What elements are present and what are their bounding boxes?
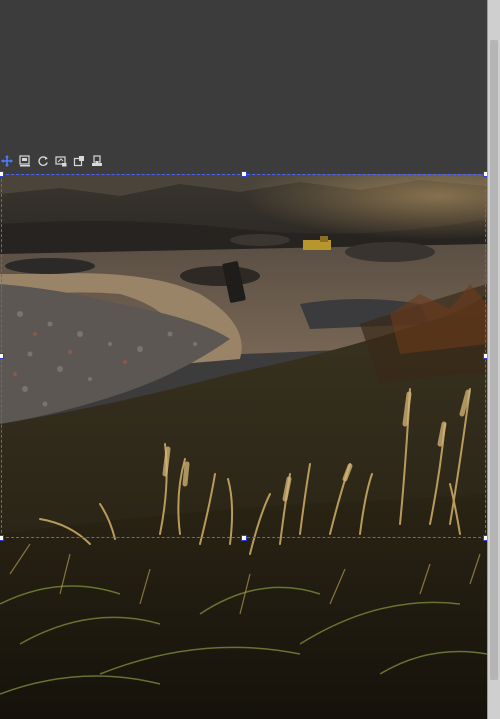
fit-image-icon[interactable] <box>18 154 32 168</box>
resize-handle-bottom-left[interactable] <box>0 535 4 541</box>
rotate-icon[interactable] <box>36 154 50 168</box>
resize-handle-top[interactable] <box>241 171 247 177</box>
resize-handle-left[interactable] <box>0 353 4 359</box>
stamp-icon[interactable] <box>90 154 104 168</box>
crop-icon[interactable] <box>72 154 86 168</box>
transform-toolbar <box>0 154 104 168</box>
resize-handle-bottom[interactable] <box>241 535 247 541</box>
resize-image-icon[interactable] <box>54 154 68 168</box>
scrollbar-thumb[interactable] <box>490 40 498 680</box>
move-icon[interactable] <box>0 154 14 168</box>
photo-image <box>0 174 487 719</box>
resize-handle-top-left[interactable] <box>0 171 4 177</box>
canvas-workspace[interactable] <box>0 0 487 719</box>
vertical-scrollbar[interactable] <box>487 0 500 719</box>
